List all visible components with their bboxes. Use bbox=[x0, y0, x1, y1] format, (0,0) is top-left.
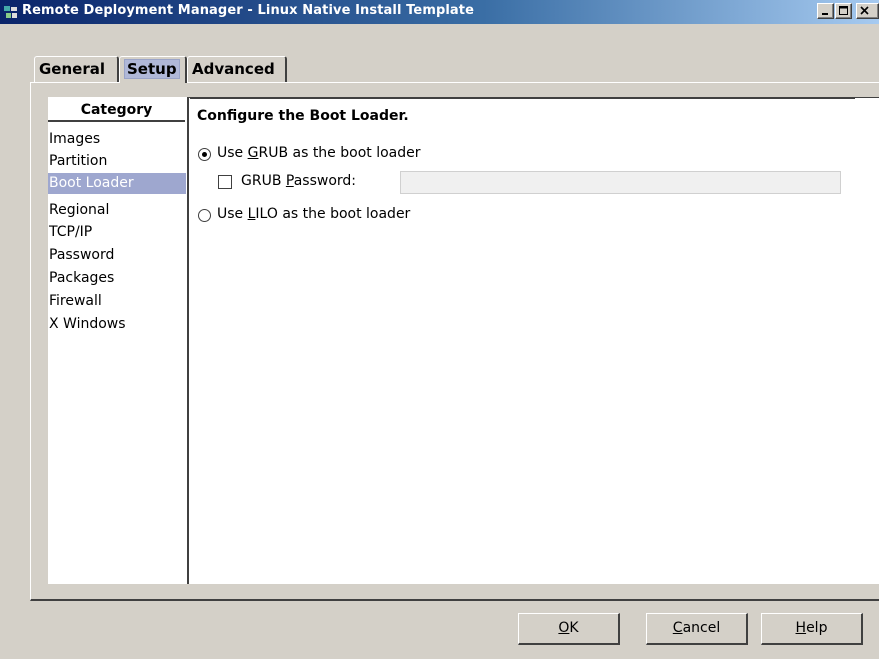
maximize-icon bbox=[839, 6, 848, 15]
category-item-password[interactable]: Password bbox=[48, 245, 186, 266]
tab-general[interactable]: General bbox=[34, 56, 119, 82]
grub-password-label[interactable]: GRUB Password: bbox=[241, 173, 356, 189]
grub-radio[interactable] bbox=[198, 148, 211, 161]
section-divider bbox=[190, 97, 855, 99]
tab-general-label: General bbox=[39, 60, 105, 78]
category-list: Category Images Partition Boot Loader Re… bbox=[48, 97, 189, 584]
category-item-tcpip[interactable]: TCP/IP bbox=[48, 222, 186, 243]
help-button[interactable]: Help bbox=[761, 613, 863, 645]
category-item-packages[interactable]: Packages bbox=[48, 268, 186, 289]
title-bar[interactable]: Remote Deployment Manager - Linux Native… bbox=[0, 0, 879, 24]
minimize-icon bbox=[822, 13, 828, 15]
section-title: Configure the Boot Loader. bbox=[197, 108, 409, 124]
grub-radio-label[interactable]: Use GRUB as the boot loader bbox=[217, 145, 421, 161]
category-item-images[interactable]: Images bbox=[48, 129, 186, 150]
app-window: Remote Deployment Manager - Linux Native… bbox=[0, 0, 879, 659]
tab-advanced[interactable]: Advanced bbox=[187, 56, 287, 82]
category-item-partition[interactable]: Partition bbox=[48, 151, 186, 172]
category-item-x-windows[interactable]: X Windows bbox=[48, 314, 186, 335]
category-item-regional[interactable]: Regional bbox=[48, 200, 186, 221]
grub-password-checkbox[interactable] bbox=[218, 175, 232, 189]
ok-button[interactable]: OK bbox=[518, 613, 620, 645]
lilo-radio[interactable] bbox=[198, 209, 211, 222]
category-header: Category bbox=[48, 100, 185, 122]
window-title: Remote Deployment Manager - Linux Native… bbox=[22, 3, 475, 18]
tab-advanced-label: Advanced bbox=[192, 60, 275, 78]
app-icon bbox=[3, 4, 19, 20]
category-item-firewall[interactable]: Firewall bbox=[48, 291, 186, 312]
close-icon bbox=[860, 6, 869, 15]
grub-password-field[interactable] bbox=[400, 171, 841, 194]
tab-setup-label: Setup bbox=[124, 59, 180, 79]
category-item-boot-loader[interactable]: Boot Loader bbox=[48, 173, 186, 194]
tab-setup[interactable]: Setup bbox=[119, 56, 187, 83]
lilo-radio-label[interactable]: Use LILO as the boot loader bbox=[217, 206, 410, 222]
cancel-button[interactable]: Cancel bbox=[646, 613, 748, 645]
minimize-button[interactable] bbox=[817, 3, 834, 19]
maximize-button[interactable] bbox=[835, 3, 852, 19]
close-button[interactable] bbox=[856, 3, 879, 19]
